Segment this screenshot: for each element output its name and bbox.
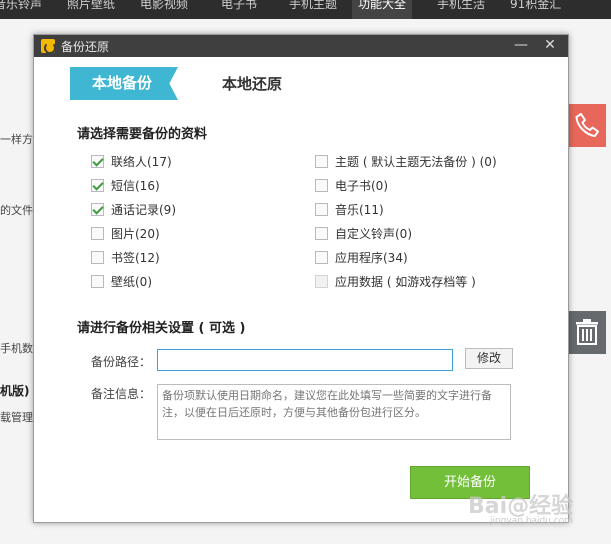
tab-local-restore[interactable]: 本地还原	[222, 73, 282, 94]
option-label: 主题 ( 默认主题无法备份 ) (0)	[335, 154, 497, 169]
option-label: 应用程序(34)	[335, 250, 408, 265]
bg-text-1: 一样方	[0, 133, 33, 146]
checkbox[interactable]	[91, 274, 104, 288]
option-pictures[interactable]: 图片(20)	[91, 224, 160, 242]
option-label: 书签(12)	[111, 250, 160, 265]
dialog-title: 备份还原	[61, 40, 110, 54]
backup-path-label: 备份路径：	[91, 355, 152, 369]
option-custom-ringtones[interactable]: 自定义铃声(0)	[315, 224, 412, 242]
checkbox-checked[interactable]	[91, 154, 104, 168]
checkbox[interactable]	[315, 178, 328, 192]
checkbox-checked[interactable]	[91, 178, 104, 192]
option-music[interactable]: 音乐(11)	[315, 200, 384, 218]
option-label: 通话记录(9)	[111, 202, 176, 217]
phone-button[interactable]	[568, 104, 606, 147]
option-label: 音乐(11)	[335, 202, 384, 217]
checkbox-checked[interactable]	[91, 202, 104, 216]
dialog-titlebar[interactable]: 备份还原 — ✕	[34, 35, 568, 57]
option-contacts[interactable]: 联络人(17)	[91, 152, 172, 170]
option-label: 联络人(17)	[111, 154, 172, 169]
option-label: 图片(20)	[111, 226, 160, 241]
checkbox[interactable]	[315, 226, 328, 240]
bg-text-5: 载管理	[0, 411, 33, 424]
top-navigation: 音乐铃声 照片壁纸 电影视频 电子书 手机主题 功能大全 手机生活 91积金汇	[0, 0, 611, 19]
checkbox[interactable]	[91, 226, 104, 240]
checkbox[interactable]	[91, 250, 104, 264]
nav-item-features[interactable]: 功能大全	[352, 0, 413, 19]
option-sms[interactable]: 短信(16)	[91, 176, 160, 194]
close-button[interactable]: ✕	[541, 36, 559, 54]
note-textarea[interactable]	[157, 384, 511, 440]
option-call-log[interactable]: 通话记录(9)	[91, 200, 176, 218]
option-label: 短信(16)	[111, 178, 160, 193]
checkbox[interactable]	[315, 250, 328, 264]
bg-text-3: 手机数	[0, 342, 33, 355]
option-wallpaper[interactable]: 壁纸(0)	[91, 272, 152, 290]
option-themes[interactable]: 主题 ( 默认主题无法备份 ) (0)	[315, 152, 497, 170]
checkbox[interactable]	[315, 154, 328, 168]
nav-item-videos[interactable]: 电影视频	[140, 0, 188, 19]
nav-item-points[interactable]: 91积金汇	[510, 0, 561, 19]
option-label: 壁纸(0)	[111, 274, 152, 289]
delete-button[interactable]	[568, 311, 606, 354]
nav-item-wallpapers[interactable]: 照片壁纸	[67, 0, 115, 19]
option-label: 应用数据 ( 如游戏存档等 )	[335, 274, 476, 289]
option-label: 自定义铃声(0)	[335, 226, 412, 241]
backup-items-heading: 请选择需要备份的资料	[77, 127, 208, 142]
checkbox[interactable]	[315, 202, 328, 216]
checkbox-disabled	[315, 274, 328, 288]
option-label: 电子书(0)	[335, 178, 388, 193]
nav-item-life[interactable]: 手机生活	[437, 0, 485, 19]
backup-path-input[interactable]	[157, 349, 453, 371]
option-app-data: 应用数据 ( 如游戏存档等 )	[315, 272, 476, 290]
minimize-button[interactable]: —	[512, 36, 530, 54]
bg-text-4: 机版)	[0, 384, 30, 398]
nav-item-ebooks[interactable]: 电子书	[221, 0, 257, 19]
option-applications[interactable]: 应用程序(34)	[315, 248, 408, 266]
settings-heading: 请进行备份相关设置 ( 可选 )	[77, 321, 246, 336]
option-ebooks[interactable]: 电子书(0)	[315, 176, 388, 194]
app-logo-icon	[41, 39, 56, 54]
watermark-url: jingyan.baidu.com	[490, 516, 574, 526]
trash-icon	[576, 319, 598, 345]
nav-item-themes[interactable]: 手机主题	[289, 0, 337, 19]
tab-local-backup[interactable]: 本地备份	[70, 67, 178, 100]
bg-text-2: 的文件	[0, 204, 33, 217]
nav-item-ringtones[interactable]: 音乐铃声	[0, 0, 42, 19]
modify-path-button[interactable]: 修改	[465, 348, 513, 369]
option-bookmarks[interactable]: 书签(12)	[91, 248, 160, 266]
backup-restore-dialog: 备份还原 — ✕ 本地备份 本地还原 请选择需要备份的资料 联络人(17) 短信…	[33, 34, 569, 523]
note-label: 备注信息：	[91, 387, 152, 401]
phone-icon	[575, 113, 599, 137]
